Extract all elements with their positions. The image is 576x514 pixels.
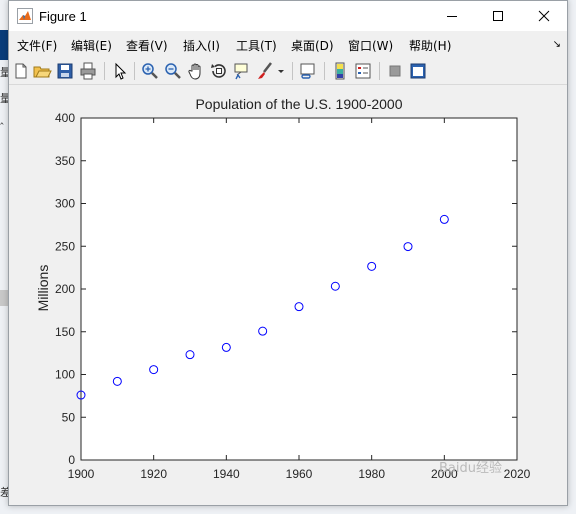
brush-icon[interactable]: [255, 61, 275, 81]
toolbar-separator: [104, 62, 105, 80]
y-tick-label: 0: [68, 453, 75, 467]
y-tick-label: 400: [55, 111, 75, 125]
figure-canvas[interactable]: 1900 1920 1940 1960 1980 2000 2020 0 50 100 150 200…: [9, 85, 567, 505]
y-tick-label: 200: [55, 282, 75, 296]
menu-file[interactable]: 文件(F): [17, 37, 57, 54]
pointer-icon[interactable]: [110, 61, 130, 81]
maximize-button[interactable]: [475, 1, 521, 31]
close-button[interactable]: [521, 1, 567, 31]
watermark-text: Baidu经验: [439, 461, 502, 476]
new-figure-icon[interactable]: [11, 61, 31, 81]
y-tick-label: 250: [55, 239, 75, 253]
toolbar-separator: [324, 62, 325, 80]
close-icon: [538, 10, 550, 22]
y-tick-label: 300: [55, 197, 75, 211]
data-cursor-icon[interactable]: [232, 61, 252, 81]
toolbar-separator: [292, 62, 293, 80]
menu-window[interactable]: 窗口(W): [348, 37, 393, 54]
menu-insert[interactable]: 插入(I): [183, 37, 220, 54]
x-tick-label: 1940: [213, 467, 240, 481]
maximize-icon: [493, 11, 503, 21]
title-bar[interactable]: Figure 1: [9, 1, 567, 31]
hide-plot-tools-icon[interactable]: [385, 61, 405, 81]
show-plot-tools-icon[interactable]: [408, 61, 428, 81]
x-tick-label: 1980: [358, 467, 385, 481]
axes-box: [80, 117, 518, 461]
print-icon[interactable]: [78, 61, 98, 81]
minimize-button[interactable]: [429, 1, 475, 31]
rotate-3d-icon[interactable]: [209, 61, 229, 81]
minimize-icon: [447, 16, 457, 17]
link-plot-icon[interactable]: [298, 61, 318, 81]
pan-icon[interactable]: [186, 61, 206, 81]
colorbar-icon[interactable]: [330, 61, 350, 81]
background-title-strip: [0, 30, 8, 60]
background-text-3: ‸: [0, 112, 4, 125]
chart-title: Population of the U.S. 1900-2000: [195, 96, 403, 112]
menu-desktop[interactable]: 桌面(D): [291, 37, 334, 54]
matlab-logo-icon: [17, 8, 33, 24]
toolbar-separator: [379, 62, 380, 80]
figure-window: Figure 1 文件(F) 编辑(E) 查看(V) 插入(I) 工具(T) 桌…: [8, 0, 568, 506]
y-axis-label: Millions: [35, 264, 51, 312]
y-tick-label: 150: [55, 325, 75, 339]
save-icon[interactable]: [55, 61, 75, 81]
menu-bar: 文件(F) 编辑(E) 查看(V) 插入(I) 工具(T) 桌面(D) 窗口(W…: [9, 31, 567, 58]
dock-arrow-icon[interactable]: ↘: [553, 39, 561, 50]
menu-view[interactable]: 查看(V): [126, 37, 168, 54]
open-file-icon[interactable]: [32, 61, 52, 81]
brush-dropdown-icon[interactable]: [276, 61, 286, 81]
zoom-in-icon[interactable]: [140, 61, 160, 81]
scatter-plot: 1900 1920 1940 1960 1980 2000 2020050100150200…: [55, 111, 531, 481]
x-tick-label: 1960: [286, 467, 313, 481]
x-tick-label: 1900: [68, 467, 95, 481]
window-title: Figure 1: [39, 9, 87, 24]
menu-help[interactable]: 帮助(H): [409, 37, 451, 54]
legend-icon[interactable]: [353, 61, 373, 81]
background-scroll-strip: [0, 290, 8, 306]
x-tick-label: 2020: [504, 467, 531, 481]
menu-edit[interactable]: 编辑(E): [71, 37, 112, 54]
y-tick-label: 100: [55, 368, 75, 382]
menu-tools[interactable]: 工具(T): [236, 37, 277, 54]
x-tick-label: 1920: [140, 467, 167, 481]
y-tick-label: 350: [55, 154, 75, 168]
toolbar-separator: [134, 62, 135, 80]
figure-toolbar: [9, 58, 567, 85]
y-tick-label: 50: [62, 410, 76, 424]
zoom-out-icon[interactable]: [163, 61, 183, 81]
